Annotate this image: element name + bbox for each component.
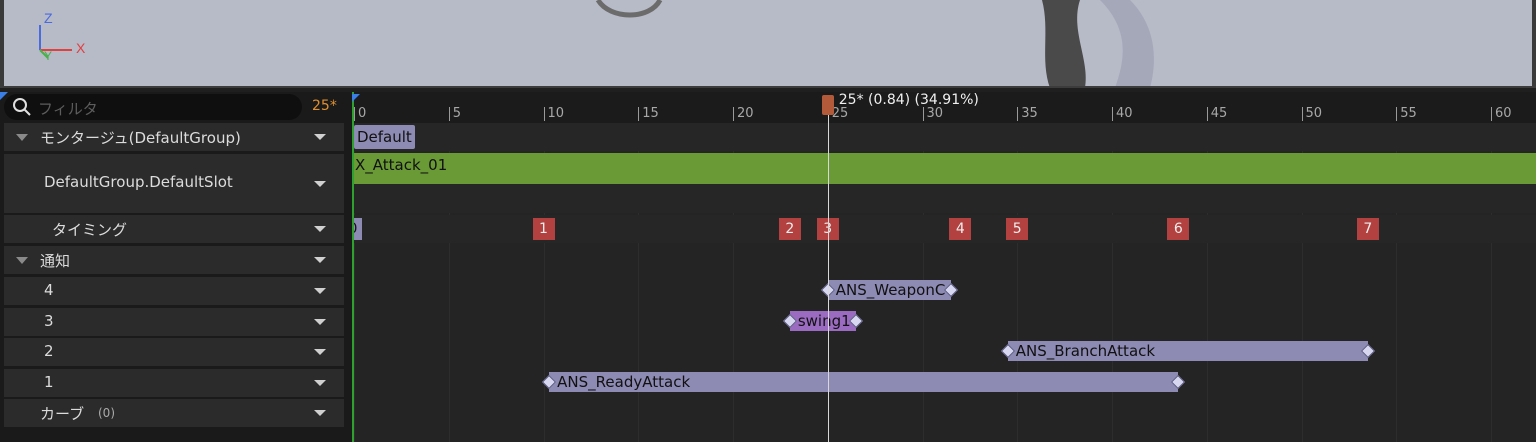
ruler-tick-label: 50 xyxy=(1305,106,1323,121)
ruler-tick-label: 20 xyxy=(737,106,754,121)
notify-track-label: 2 xyxy=(44,342,54,360)
ruler-tick-label: 0 xyxy=(358,106,367,121)
collapse-triangle-icon[interactable] xyxy=(16,257,28,264)
chevron-down-icon[interactable] xyxy=(314,288,326,294)
chevron-down-icon[interactable] xyxy=(314,226,326,232)
notify-track-row[interactable]: 1 xyxy=(4,369,344,397)
montage-lane xyxy=(352,123,1536,151)
chevron-down-icon[interactable] xyxy=(314,349,326,355)
ruler-tick-label: 35 xyxy=(1021,106,1038,121)
ruler-tick-label: 60 xyxy=(1495,106,1512,121)
ruler-tick xyxy=(1396,107,1398,121)
viewport-divider xyxy=(0,86,1536,88)
notify-track-label: 4 xyxy=(44,281,54,299)
notify-state-bar[interactable]: ANS_BranchAttack xyxy=(1007,341,1368,361)
playhead-readout: 25* (0.84) (34.91%) xyxy=(838,92,979,108)
ruler-tick xyxy=(1491,107,1492,121)
ruler-tick-label: 30 xyxy=(926,106,944,121)
ruler-tick xyxy=(733,107,734,121)
timing-marker[interactable]: 7 xyxy=(1356,218,1379,240)
notify-state-bar[interactable]: ANS_ReadyAttack xyxy=(549,372,1179,392)
curves-count: (0) xyxy=(98,406,115,420)
timing-marker[interactable]: 1 xyxy=(532,218,555,240)
track-notifies-label: 通知 xyxy=(40,252,71,270)
anim-segment[interactable]: X_Attack_01 xyxy=(352,153,1536,184)
ruler-tick xyxy=(922,107,924,121)
ruler-tick-label: 25 xyxy=(831,106,849,121)
chevron-down-icon[interactable] xyxy=(314,134,326,140)
filter-placeholder: フィルタ xyxy=(38,100,98,118)
axis-x-label: X xyxy=(76,40,86,56)
timing-marker[interactable]: 5 xyxy=(1006,218,1029,240)
timing-marker[interactable]: 4 xyxy=(949,218,972,240)
ruler-tick-label: 10 xyxy=(547,106,565,121)
ruler-tick-label: 40 xyxy=(1116,106,1133,121)
ruler-tick xyxy=(1017,107,1019,121)
ruler-tick xyxy=(448,107,450,121)
playhead-line xyxy=(827,112,829,442)
notify-state-bar[interactable]: swing1 xyxy=(789,311,857,331)
ruler-tick xyxy=(1301,107,1303,121)
track-notifies[interactable]: 通知 xyxy=(4,246,344,274)
timing-marker[interactable]: 2 xyxy=(778,218,801,240)
ruler-tick-label: 45 xyxy=(1210,106,1228,121)
start-marker xyxy=(352,94,360,102)
filter-search-box[interactable]: フィルタ xyxy=(4,94,302,120)
track-slot-label: DefaultGroup.DefaultSlot xyxy=(44,173,233,191)
chevron-down-icon[interactable] xyxy=(314,380,326,386)
ruler-tick-label: 5 xyxy=(452,106,462,121)
track-curves-label: カーブ xyxy=(40,405,85,423)
anim-segment-label: X_Attack_01 xyxy=(355,156,448,174)
collapse-triangle-icon[interactable] xyxy=(16,134,28,141)
ruler-tick xyxy=(1112,107,1113,121)
chevron-down-icon[interactable] xyxy=(314,319,326,325)
track-slot[interactable]: DefaultGroup.DefaultSlot xyxy=(4,154,344,213)
notify-track-label: 3 xyxy=(44,312,54,330)
ruler-tick xyxy=(638,107,640,121)
track-timing-label: タイミング xyxy=(52,221,128,239)
track-timing[interactable]: タイミング xyxy=(4,215,344,243)
notify-track-row[interactable]: 2 xyxy=(4,338,344,366)
axis-z-label: Z xyxy=(44,10,53,26)
timing-marker[interactable]: 6 xyxy=(1167,218,1190,240)
track-list-panel: フィルタ 25* モンタージュ(DefaultGroup) DefaultGro… xyxy=(0,92,352,442)
chevron-down-icon[interactable] xyxy=(314,181,326,187)
viewport-scene xyxy=(39,0,1154,88)
start-line xyxy=(352,92,354,442)
chevron-down-icon[interactable] xyxy=(314,410,326,416)
ruler-tick xyxy=(354,107,355,121)
ruler-tick-label: 15 xyxy=(642,106,659,121)
track-montage[interactable]: モンタージュ(DefaultGroup) xyxy=(4,123,344,151)
track-curves[interactable]: カーブ (0) xyxy=(4,399,344,427)
track-montage-label: モンタージュ(DefaultGroup) xyxy=(40,129,241,147)
current-frame-indicator: 25* xyxy=(312,98,337,114)
search-icon xyxy=(13,98,31,116)
axis-y-label: Y xyxy=(44,49,53,63)
viewport[interactable]: Z X Y xyxy=(0,0,1536,88)
timeline-area[interactable]: 0 5 10 15 20 25 30 35 40 45 50 55 60 Default X_Attac… xyxy=(352,92,1536,442)
notify-track-label: 1 xyxy=(44,373,54,391)
notify-track-row[interactable]: 3 xyxy=(4,308,344,336)
playhead-handle[interactable] xyxy=(821,95,834,115)
ruler-tick xyxy=(543,107,545,121)
montage-section-default[interactable]: Default xyxy=(354,125,415,149)
ruler-tick xyxy=(1206,107,1208,121)
chevron-down-icon[interactable] xyxy=(314,257,326,263)
notify-state-bar[interactable]: ANS_WeaponC xyxy=(827,280,951,300)
notify-track-row[interactable]: 4 xyxy=(4,277,344,305)
ruler-tick-label: 55 xyxy=(1400,106,1417,121)
